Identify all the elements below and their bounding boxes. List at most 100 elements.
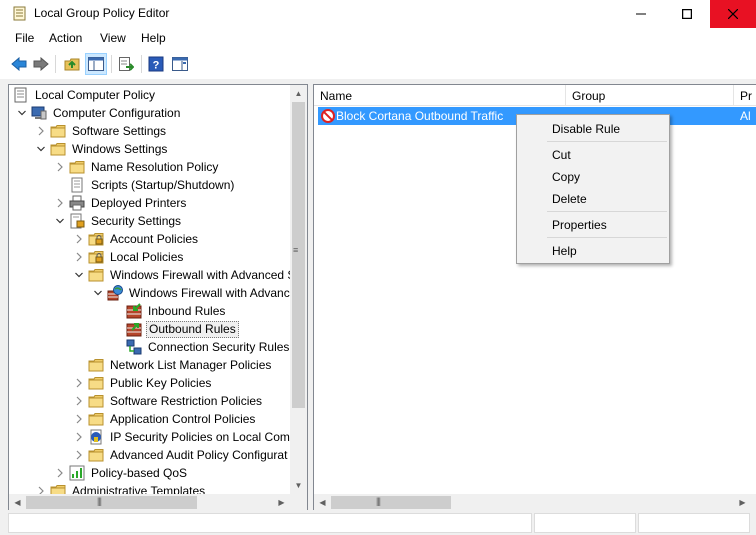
tree-item[interactable]: Policy-based QoS: [9, 464, 291, 482]
tree-item[interactable]: Outbound Rules: [9, 320, 291, 338]
chevron-down-icon[interactable]: [74, 269, 84, 281]
scroll-corner: [290, 494, 307, 510]
show-hide-tree-button[interactable]: [85, 53, 107, 75]
tree-horizontal-scrollbar[interactable]: ◀ ||| ▶: [9, 494, 290, 510]
export-list-button[interactable]: [115, 53, 137, 75]
menu-cut[interactable]: Cut: [519, 144, 667, 166]
menu-file[interactable]: File: [13, 31, 36, 45]
tree-item[interactable]: Software Settings: [9, 122, 291, 140]
tree-item-label: Software Settings: [72, 124, 167, 138]
folder-icon: [88, 411, 104, 427]
export-list-icon: [119, 57, 134, 71]
tree-item-label: Advanced Audit Policy Configurat: [110, 448, 288, 462]
tree-item-label: Windows Settings: [72, 142, 168, 156]
tree-hscroll-thumb[interactable]: [26, 496, 197, 509]
properties-pane-button[interactable]: [169, 53, 191, 75]
status-panel: [8, 513, 532, 533]
maximize-icon: [682, 9, 692, 19]
chevron-right-icon[interactable]: [36, 125, 46, 137]
chevron-right-icon[interactable]: [74, 233, 84, 245]
chevron-right-icon[interactable]: [74, 377, 84, 389]
tree-vertical-scrollbar[interactable]: ▲ ≡ ▼: [290, 85, 307, 494]
tree-item[interactable]: Computer Configuration: [9, 104, 291, 122]
menu-separator: [547, 237, 667, 238]
tree-item[interactable]: Local Policies: [9, 248, 291, 266]
help-button[interactable]: ?: [145, 53, 167, 75]
chevron-down-icon[interactable]: [17, 107, 27, 119]
rule-profile: Al: [740, 109, 751, 123]
tree-item[interactable]: Advanced Audit Policy Configurat: [9, 446, 291, 464]
column-header-name[interactable]: Name: [314, 85, 566, 106]
chevron-down-icon[interactable]: [36, 143, 46, 155]
chevron-right-icon[interactable]: [74, 431, 84, 443]
menu-action[interactable]: Action: [47, 31, 84, 45]
status-panel: [638, 513, 750, 533]
scroll-right-arrow-icon[interactable]: ▶: [734, 494, 751, 510]
tree-item-label: Policy-based QoS: [91, 466, 188, 480]
menu-separator: [547, 141, 667, 142]
chevron-right-icon[interactable]: [74, 251, 84, 263]
menu-delete[interactable]: Delete: [519, 188, 667, 210]
menu-view[interactable]: View: [98, 31, 128, 45]
back-button[interactable]: [8, 53, 30, 75]
tree-item[interactable]: Application Control Policies: [9, 410, 291, 428]
tree-item[interactable]: Windows Settings: [9, 140, 291, 158]
menu-properties[interactable]: Properties: [519, 214, 667, 236]
chevron-right-icon[interactable]: [55, 197, 65, 209]
scroll-left-arrow-icon[interactable]: ◀: [9, 494, 26, 510]
tree-item[interactable]: Security Settings: [9, 212, 291, 230]
tree-item[interactable]: Windows Firewall with Advanc: [9, 284, 291, 302]
tree-item-label: Application Control Policies: [110, 412, 256, 426]
maximize-button[interactable]: [664, 0, 710, 28]
tree-item[interactable]: IP Security Policies on Local Comp: [9, 428, 291, 446]
column-header-group[interactable]: Group: [566, 85, 734, 106]
chevron-right-icon[interactable]: [55, 467, 65, 479]
scroll-up-arrow-icon[interactable]: ▲: [290, 85, 307, 102]
tree-item[interactable]: Public Key Policies: [9, 374, 291, 392]
chevron-right-icon[interactable]: [74, 449, 84, 461]
help-icon: ?: [148, 56, 164, 72]
chevron-right-icon[interactable]: [74, 413, 84, 425]
menu-disable-rule[interactable]: Disable Rule: [519, 118, 667, 140]
scroll-right-arrow-icon[interactable]: ▶: [273, 494, 290, 510]
tree-item[interactable]: Scripts (Startup/Shutdown): [9, 176, 291, 194]
tree-item[interactable]: Software Restriction Policies: [9, 392, 291, 410]
computer-icon: [31, 105, 47, 121]
up-level-button[interactable]: [61, 53, 83, 75]
close-button[interactable]: [710, 0, 756, 28]
scroll-left-arrow-icon[interactable]: ◀: [314, 494, 331, 510]
svg-text:?: ?: [153, 60, 160, 72]
tree-item[interactable]: Network List Manager Policies: [9, 356, 291, 374]
list-hscroll-thumb[interactable]: [331, 496, 451, 509]
tree-item[interactable]: Windows Firewall with Advanced S: [9, 266, 291, 284]
chevron-right-icon[interactable]: [55, 161, 65, 173]
context-menu: Disable Rule Cut Copy Delete Properties …: [516, 114, 670, 264]
list-horizontal-scrollbar[interactable]: ◀ ||| ▶: [314, 494, 756, 510]
firewall-outbound-icon: [126, 321, 142, 337]
chevron-down-icon[interactable]: [93, 287, 103, 299]
tree-scroll-thumb[interactable]: [292, 102, 305, 408]
tree-item[interactable]: Deployed Printers: [9, 194, 291, 212]
console-tree[interactable]: Local Computer Policy Computer Configurat…: [8, 84, 308, 511]
tree-item[interactable]: Connection Security Rules: [9, 338, 291, 356]
tree-item[interactable]: Account Policies: [9, 230, 291, 248]
block-icon: [321, 109, 335, 123]
chevron-down-icon[interactable]: [55, 215, 65, 227]
tree-item[interactable]: Name Resolution Policy: [9, 158, 291, 176]
minimize-button[interactable]: [618, 0, 664, 28]
connection-security-icon: [126, 339, 142, 355]
tree-item[interactable]: Inbound Rules: [9, 302, 291, 320]
back-icon: [11, 57, 27, 71]
tree-item-label: Public Key Policies: [110, 376, 212, 390]
menu-copy[interactable]: Copy: [519, 166, 667, 188]
menu-help-item[interactable]: Help: [519, 240, 667, 262]
rule-name: Block Cortana Outbound Traffic: [336, 109, 504, 123]
scroll-down-arrow-icon[interactable]: ▼: [290, 477, 307, 494]
tree-item[interactable]: Local Computer Policy: [9, 86, 291, 104]
menu-help[interactable]: Help: [139, 31, 168, 45]
column-header-profile[interactable]: Pr: [734, 85, 756, 106]
chevron-right-icon[interactable]: [74, 395, 84, 407]
script-icon: [69, 177, 85, 193]
forward-button[interactable]: [30, 53, 52, 75]
tree-item-label: Deployed Printers: [91, 196, 187, 210]
